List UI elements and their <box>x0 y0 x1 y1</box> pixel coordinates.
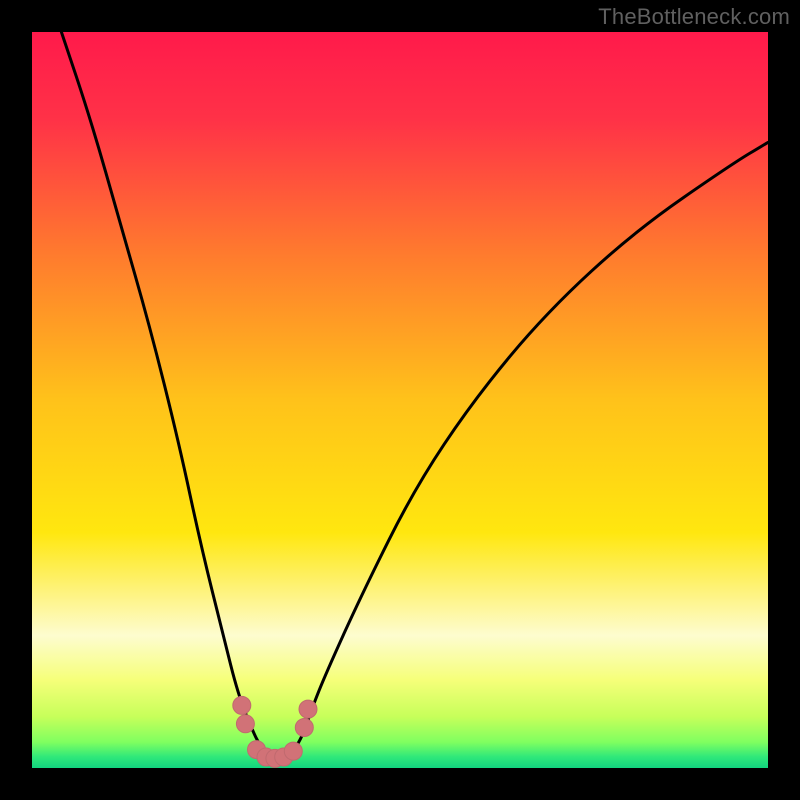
curve-marker <box>284 742 302 760</box>
curve-marker <box>233 696 251 714</box>
curve-marker <box>299 700 317 718</box>
watermark-text: TheBottleneck.com <box>598 4 790 30</box>
curve-marker <box>236 715 254 733</box>
plot-area <box>32 32 768 768</box>
curve-markers <box>233 696 317 767</box>
curve-marker <box>295 719 313 737</box>
curve-line <box>61 32 768 757</box>
chart-frame: TheBottleneck.com <box>0 0 800 800</box>
bottleneck-curve <box>32 32 768 768</box>
